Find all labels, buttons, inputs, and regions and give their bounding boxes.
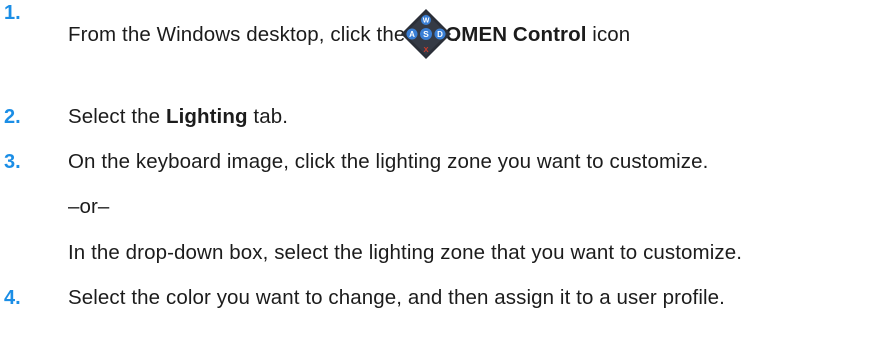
icon-key-x: X xyxy=(423,45,428,54)
step-number-1: 1. xyxy=(4,2,21,24)
step-3-text: On the keyboard image, click the lightin… xyxy=(68,150,709,173)
step-number-4: 4. xyxy=(4,287,21,309)
step-2-text: Select the Lighting tab. xyxy=(68,104,288,130)
icon-key-d: D xyxy=(437,30,443,39)
icon-key-s: S xyxy=(423,29,429,39)
step-1-pre: From the Windows desktop, click the xyxy=(68,23,412,46)
step-2-post: tab. xyxy=(247,105,288,128)
step-2-pre: Select the xyxy=(68,105,166,128)
step-4-text: Select the color you want to change, and… xyxy=(68,286,725,309)
step-number-2: 2. xyxy=(4,106,21,128)
icon-key-w: W xyxy=(423,18,430,25)
step-number-3: 3. xyxy=(4,151,21,173)
step-3-or: –or– xyxy=(68,195,110,218)
step-1-post: icon xyxy=(586,23,631,46)
step-1-tail: . xyxy=(453,23,459,46)
hp-omen-control-icon[interactable]: W A S D X xyxy=(400,8,452,60)
step-2-bold: Lighting xyxy=(165,105,248,128)
step-1-text: From the Windows desktop, click the HP O… xyxy=(68,22,630,48)
icon-key-a: A xyxy=(409,30,415,39)
step-3-alt: In the drop-down box, select the lightin… xyxy=(68,241,743,264)
